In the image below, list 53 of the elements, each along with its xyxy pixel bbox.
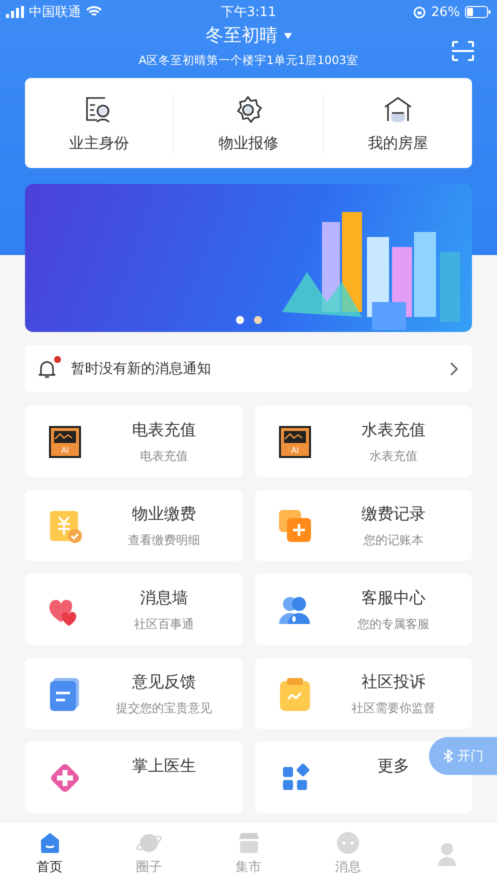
service-card[interactable]: 缴费记录 您的记账本 xyxy=(254,490,472,561)
service-card[interactable]: 物业缴费 查看缴费明细 xyxy=(25,490,242,561)
service-title: 更多 xyxy=(377,756,410,777)
dropdown-caret-icon[interactable] xyxy=(284,33,292,39)
meter-icon: AI xyxy=(276,424,312,460)
battery-icon xyxy=(464,6,491,18)
banner-image[interactable] xyxy=(25,184,472,332)
status-time: 下午3:11 xyxy=(220,4,276,21)
carousel-dot[interactable] xyxy=(254,316,262,324)
quick-action-label[interactable]: 业主身份 xyxy=(69,134,130,152)
service-card[interactable]: 社区投诉 社区需要你监督 xyxy=(254,658,472,729)
chat-bubble-icon xyxy=(334,830,361,856)
service-subtitle: 提交您的宝贵意见 xyxy=(116,700,212,717)
service-subtitle: 社区需要你监督 xyxy=(351,700,436,717)
carrier-name: 中国联通 xyxy=(29,4,81,21)
service-subtitle: 电表充值 xyxy=(140,448,188,465)
quick-action-label[interactable]: 我的房屋 xyxy=(368,134,428,152)
battery-percent: 26% xyxy=(431,4,460,20)
chevron-right-icon xyxy=(450,362,458,376)
bell-icon xyxy=(37,358,57,378)
service-subtitle: 水表充值 xyxy=(369,448,418,465)
service-title: 物业缴费 xyxy=(132,504,196,525)
service-title: 消息墙 xyxy=(140,588,188,609)
service-subtitle: 社区百事通 xyxy=(134,616,194,633)
notice-text: 暂时没有新的消息通知 xyxy=(71,360,212,378)
service-title: 客服中心 xyxy=(361,588,426,609)
add-record-icon xyxy=(276,508,312,544)
service-card[interactable]: AI 水表充值 水表充值 xyxy=(254,406,472,477)
service-card[interactable]: 意见反馈 提交您的宝贵意见 xyxy=(25,658,242,729)
bluetooth-icon xyxy=(442,749,452,763)
service-card[interactable]: 客服中心 您的专属客服 xyxy=(254,574,472,645)
wifi-icon xyxy=(86,6,102,18)
tab-item[interactable]: 首页 xyxy=(0,823,100,883)
rotation-lock-icon xyxy=(413,6,426,18)
service-subtitle: 查看缴费明细 xyxy=(128,532,200,549)
signal-icon xyxy=(6,6,24,18)
service-title: 意见反馈 xyxy=(132,672,196,693)
meter-icon: AI xyxy=(47,424,83,460)
service-title: 掌上医生 xyxy=(132,756,196,777)
service-title: 电表充值 xyxy=(132,420,196,441)
service-card[interactable]: AI 电表充值 电表充值 xyxy=(25,406,242,477)
address-text: A区冬至初晴第一个楼宇1单元1层1003室 xyxy=(138,53,358,68)
service-subtitle: 您的记账本 xyxy=(363,532,424,549)
notice-bar[interactable]: 暂时没有新的消息通知 xyxy=(25,345,472,392)
scan-icon[interactable] xyxy=(451,40,475,62)
service-card[interactable]: 消息墙 社区百事通 xyxy=(25,574,242,645)
quick-action-label[interactable]: 物业报修 xyxy=(218,134,278,152)
service-title: 水表充值 xyxy=(361,420,426,441)
service-card[interactable]: 掌上医生 xyxy=(25,742,242,813)
service-title: 缴费记录 xyxy=(361,504,426,525)
service-subtitle: 您的专属客服 xyxy=(357,616,430,633)
carousel-dot[interactable] xyxy=(236,316,244,324)
service-title: 社区投诉 xyxy=(361,672,426,693)
